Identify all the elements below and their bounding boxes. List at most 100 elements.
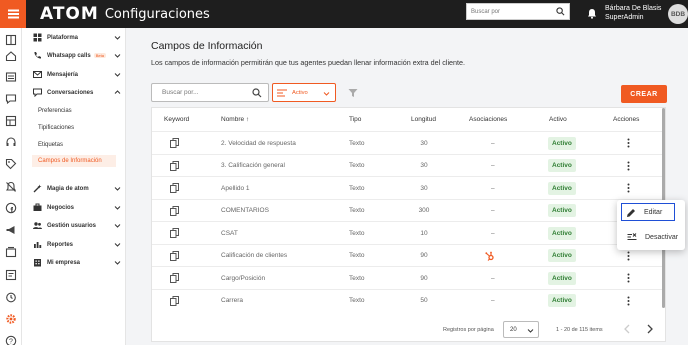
acciones-cell[interactable] <box>627 177 630 199</box>
nombre-cell: COMENTARIOS <box>221 207 269 214</box>
search-icon[interactable] <box>252 88 262 98</box>
copy-icon[interactable] <box>170 273 179 283</box>
sidebar-item-label: Reportes <box>47 241 74 248</box>
tipo-cell: Texto <box>349 274 365 282</box>
copy-icon[interactable] <box>170 160 179 171</box>
status-filter-select[interactable]: Activo <box>272 83 336 102</box>
chevron-down-icon <box>114 187 121 191</box>
global-search-input[interactable]: Buscar por <box>466 3 570 20</box>
keyword-cell <box>170 267 179 289</box>
bell-icon[interactable] <box>587 8 597 19</box>
sidebar-item-conversaciones[interactable]: Conversaciones <box>22 86 126 99</box>
list-icon[interactable] <box>5 71 17 83</box>
megaphone-icon[interactable] <box>5 224 17 236</box>
more-vertical-icon[interactable] <box>627 251 630 261</box>
help-icon[interactable]: ? <box>5 335 17 345</box>
copy-icon[interactable] <box>170 295 179 306</box>
per-page-value: 20 <box>510 326 517 333</box>
sidebar-item-plataforma[interactable]: Plataforma <box>22 31 126 44</box>
sidebar-subitem-campos-de-informacion[interactable]: Campos de Información <box>32 155 116 167</box>
status-badge: Activo <box>548 249 576 262</box>
more-vertical-icon[interactable] <box>627 296 630 306</box>
table-row[interactable]: Carrera Texto 50 – Activo <box>152 288 665 312</box>
building-icon <box>34 259 41 267</box>
sidebar-item-whatsapp-calls[interactable]: Whatsapp calls Beta <box>22 49 126 62</box>
user-info[interactable]: Bárbara De Blasis SuperAdmin <box>605 4 661 22</box>
sidebar-subitem-preferencias[interactable]: Preferencias <box>32 105 140 117</box>
more-vertical-icon[interactable] <box>627 273 630 283</box>
gear-icon[interactable] <box>5 313 17 325</box>
clock-icon[interactable] <box>5 291 17 303</box>
keyword-cell <box>170 132 179 154</box>
facebook-icon[interactable] <box>5 202 17 214</box>
table-row[interactable]: 3. Calificación general Texto 30 – Activo <box>152 153 665 177</box>
chevron-down-icon <box>114 54 121 58</box>
table-row[interactable]: 2. Velocidad de respuesta Texto 30 – Activo <box>152 131 665 154</box>
asociaciones-cell: – <box>491 297 495 304</box>
tag-icon[interactable] <box>5 158 17 170</box>
copy-icon[interactable] <box>170 205 179 216</box>
acciones-cell[interactable] <box>627 132 630 154</box>
asociaciones-cell: – <box>491 207 495 214</box>
create-button[interactable]: CREAR <box>621 85 667 103</box>
per-page-select[interactable]: 20 <box>503 321 539 338</box>
briefcase-icon <box>33 203 42 211</box>
magic-icon <box>33 184 42 193</box>
message-square-icon[interactable] <box>5 269 17 281</box>
acciones-cell[interactable] <box>627 267 630 289</box>
search-input[interactable]: Buscar por... <box>151 83 269 102</box>
edit-menu-item[interactable]: Editar <box>621 203 675 221</box>
copy-icon[interactable] <box>170 228 179 238</box>
sidebar-item-label: Magia de atom <box>47 185 89 192</box>
chevron-down-icon <box>114 36 121 40</box>
longitud-cell: 50 <box>420 297 428 304</box>
table-icon[interactable] <box>5 115 17 127</box>
sidebar-item-mensajeria[interactable]: Mensajería <box>22 68 126 81</box>
status-badge: Activo <box>548 204 576 217</box>
copy-icon[interactable] <box>170 138 179 148</box>
no-bell-icon[interactable] <box>5 181 17 193</box>
chevron-down-icon <box>114 73 121 77</box>
asociaciones-cell: – <box>491 184 495 192</box>
table-row[interactable]: Calificación de clientes Texto 90 Activo <box>152 243 665 267</box>
sidebar-item-reportes[interactable]: Reportes <box>22 238 126 251</box>
sidebar-item-label: Plataforma <box>47 34 79 41</box>
table-row[interactable]: Apellido 1 Texto 30 – Activo <box>152 176 665 199</box>
sidebar-item-mi-empresa[interactable]: Mi empresa <box>22 256 126 269</box>
sidebar-subitem-tipificaciones[interactable]: Tipificaciones <box>32 122 140 134</box>
keyword-cell <box>170 200 179 222</box>
header-nombre[interactable]: Nombre ↑ <box>221 108 249 131</box>
acciones-cell[interactable] <box>627 155 630 177</box>
sidebar-subitem-etiquetas[interactable]: Etiquetas <box>32 139 140 151</box>
table-row[interactable]: CSAT Texto 10 – Activo <box>152 221 665 244</box>
layers-icon[interactable] <box>5 246 17 258</box>
page-title: Campos de Información <box>151 40 263 52</box>
more-vertical-icon[interactable] <box>627 138 630 148</box>
table-row[interactable]: Cargo/Posición Texto 90 – Activo <box>152 266 665 289</box>
chevron-left-icon[interactable] <box>623 324 631 334</box>
hubspot-icon[interactable] <box>485 251 495 261</box>
home-icon[interactable] <box>5 50 17 62</box>
copy-icon[interactable] <box>170 183 179 193</box>
copy-icon[interactable] <box>170 250 179 261</box>
sidebar-item-negocios[interactable]: Negocios <box>22 201 126 214</box>
book-icon[interactable] <box>5 34 17 46</box>
sidebar-item-gestion-usuarios[interactable]: Gestión usuarios <box>22 219 126 232</box>
funnel-icon[interactable] <box>348 88 358 98</box>
sidebar-item-magia-de-atom[interactable]: Magia de atom <box>22 182 126 195</box>
search-icon[interactable] <box>556 7 565 16</box>
hamburger-menu-button[interactable] <box>0 0 26 28</box>
avatar[interactable]: BDB <box>668 4 688 24</box>
deactivate-menu-item[interactable]: Desactivar <box>623 228 683 246</box>
sidebar-item-text: Whatsapp calls <box>47 52 91 59</box>
table-row[interactable]: COMENTARIOS Texto 300 – Activo <box>152 198 665 222</box>
brand-logo[interactable]: ATOM <box>40 4 99 24</box>
activo-cell: Activo <box>548 177 576 199</box>
more-vertical-icon[interactable] <box>627 161 630 171</box>
nombre-cell: CSAT <box>221 229 238 237</box>
chat-icon[interactable] <box>5 93 17 105</box>
headset-icon[interactable] <box>5 136 17 148</box>
chevron-right-icon[interactable] <box>646 324 654 334</box>
acciones-cell[interactable] <box>627 290 630 312</box>
more-vertical-icon[interactable] <box>627 183 630 193</box>
